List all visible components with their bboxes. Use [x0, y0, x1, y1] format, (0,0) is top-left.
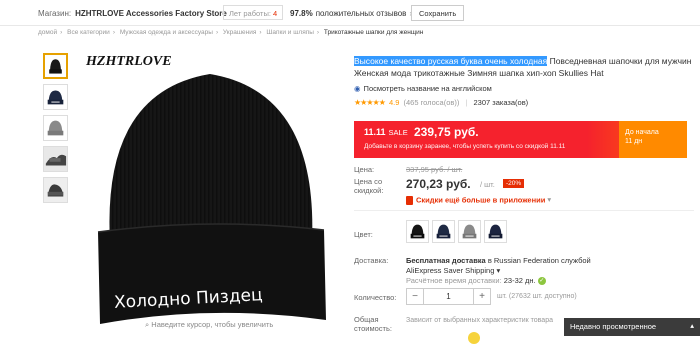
rating-score: 4.9 — [388, 98, 400, 107]
rating-percent: 97.8% — [290, 9, 313, 18]
coin-icon — [468, 332, 480, 344]
recently-viewed-label: Недавно просмотренное — [570, 322, 657, 331]
rating-stars-icon: ★★★★★ — [354, 98, 386, 107]
total-label: Общая стоимость: — [354, 315, 392, 333]
title-selected-text: Высокое качество русская буква очень хол… — [354, 56, 548, 66]
globe-icon: ◉ — [354, 84, 361, 93]
zoom-hint: ⌕ Наведите курсор, чтобы увеличить — [145, 320, 273, 330]
quantity-increase-button[interactable]: + — [473, 289, 490, 304]
thumbnail-1[interactable] — [43, 53, 68, 79]
store-name-link[interactable]: HZHTRLOVE Accessories Factory Store — [75, 9, 227, 18]
years-label: Лет работы: — [229, 9, 271, 18]
old-price-value: 337,95 руб. / шт. — [406, 165, 463, 174]
divider — [354, 210, 694, 211]
zoom-hint-text: Наведите курсор, чтобы увеличить — [151, 320, 274, 329]
rating-votes-link[interactable]: (465 голоса(ов)) — [403, 98, 459, 107]
chevron-down-icon: ▾ — [547, 195, 552, 204]
breadcrumb-home[interactable]: домой — [38, 29, 57, 36]
price-unit: / шт. — [480, 180, 495, 189]
color-selector: Цвет: — [354, 220, 694, 254]
store-years-badge: Лет работы: 4 — [223, 5, 284, 20]
main-product-image[interactable]: HZHTRLOVE Холодно Пиздец — [80, 52, 342, 336]
color-swatch-black[interactable] — [406, 220, 429, 243]
discount-price-value: 270,23 руб. — [406, 177, 471, 191]
product-rating: ★★★★★ 4.9 (465 голоса(ов)) | 2307 заказа… — [354, 98, 529, 107]
translate-link[interactable]: ◉ Посмотреть название на английском — [354, 84, 700, 93]
search-icon: ⌕ — [145, 320, 150, 329]
quantity-decrease-button[interactable]: − — [407, 289, 424, 304]
store-label: Магазин: — [38, 9, 72, 18]
breadcrumb-jewelry[interactable]: Украшения — [223, 29, 256, 36]
breadcrumb: домой › Все категории › Мужская одежда и а… — [38, 29, 424, 36]
store-info: Магазин: HZHTRLOVE Accessories Factory St… — [38, 9, 227, 18]
color-swatch-navy[interactable] — [432, 220, 455, 243]
recently-viewed-panel[interactable]: Недавно просмотренное ▴ — [564, 318, 700, 336]
total-value: Зависит от выбранных характеристик товар… — [406, 317, 553, 324]
quantity-stepper: − 1 + — [406, 288, 491, 305]
save-store-button[interactable]: Сохранить — [411, 5, 465, 21]
quantity-available: шт. (27632 шт. доступно) — [497, 293, 577, 300]
thumbnail-4[interactable] — [43, 146, 68, 172]
shipping-label: Доставка: — [354, 256, 389, 265]
orders-count: 2307 заказа(ов) — [473, 98, 529, 107]
color-swatch-gray[interactable] — [458, 220, 481, 243]
shipping-eta: Расчётное время доставки: 23-32 дн. ✓ — [406, 276, 546, 286]
old-price-label: Цена: — [354, 165, 375, 174]
breadcrumb-all-categories[interactable]: Все категории — [67, 29, 110, 36]
chevron-down-icon: ▾ — [496, 266, 501, 275]
quantity-input[interactable]: 1 — [424, 289, 473, 304]
breadcrumb-knit-hats[interactable]: Трикотажные шапки для женщин — [324, 29, 423, 36]
rating-text: положительных отзывов — [315, 9, 407, 18]
years-value: 4 — [273, 9, 278, 18]
color-label: Цвет: — [354, 230, 373, 239]
product-info: Высокое качество русская буква очень хол… — [354, 55, 700, 344]
chevron-up-icon: ▴ — [690, 321, 694, 330]
shipping-free: Бесплатная доставка в Russian Federation… — [406, 256, 591, 265]
check-icon: ✓ — [537, 277, 546, 286]
thumbnail-3[interactable] — [43, 115, 68, 141]
brand-watermark: HZHTRLOVE — [86, 54, 172, 69]
sale-banner: 11.11 SALE 239,75 руб. Добавьте в корзину… — [354, 121, 687, 158]
app-discount-link[interactable]: Скидки ещё больше в приложении ▾ — [406, 195, 551, 205]
thumbnail-5[interactable] — [43, 177, 68, 203]
phone-icon — [406, 195, 413, 205]
product-title: Высокое качество русская буква очень хол… — [354, 55, 694, 79]
app-discount-text: Скидки ещё больше в приложении — [416, 195, 546, 205]
shipping-service-dropdown[interactable]: AliExpress Saver Shipping ▾ — [406, 266, 500, 275]
sale-label: 11.11 SALE — [364, 127, 408, 137]
translate-link-text: Посмотреть название на английском — [363, 84, 492, 93]
thumbnail-2[interactable] — [43, 84, 68, 110]
discount-badge: -20% — [503, 179, 525, 188]
sale-countdown: До начала 11 дн — [619, 121, 687, 158]
sale-price: 239,75 руб. — [414, 125, 479, 139]
color-swatch-navy-2[interactable] — [484, 220, 507, 243]
store-rating[interactable]: 97.8%положительных отзывов› — [290, 9, 412, 18]
discount-price-label: Цена со скидкой: — [354, 177, 384, 195]
sale-note: Добавьте в корзину заранее, чтобы успеть… — [364, 143, 566, 150]
quantity-label: Количество: — [354, 293, 397, 302]
thumbnail-list — [43, 53, 69, 208]
breadcrumb-mens-clothing[interactable]: Мужская одежда и аксессуары — [120, 29, 213, 36]
breadcrumb-hats[interactable]: Шапки и шляпы — [266, 29, 314, 36]
store-header: Магазин: HZHTRLOVE Accessories Factory St… — [0, 0, 700, 26]
